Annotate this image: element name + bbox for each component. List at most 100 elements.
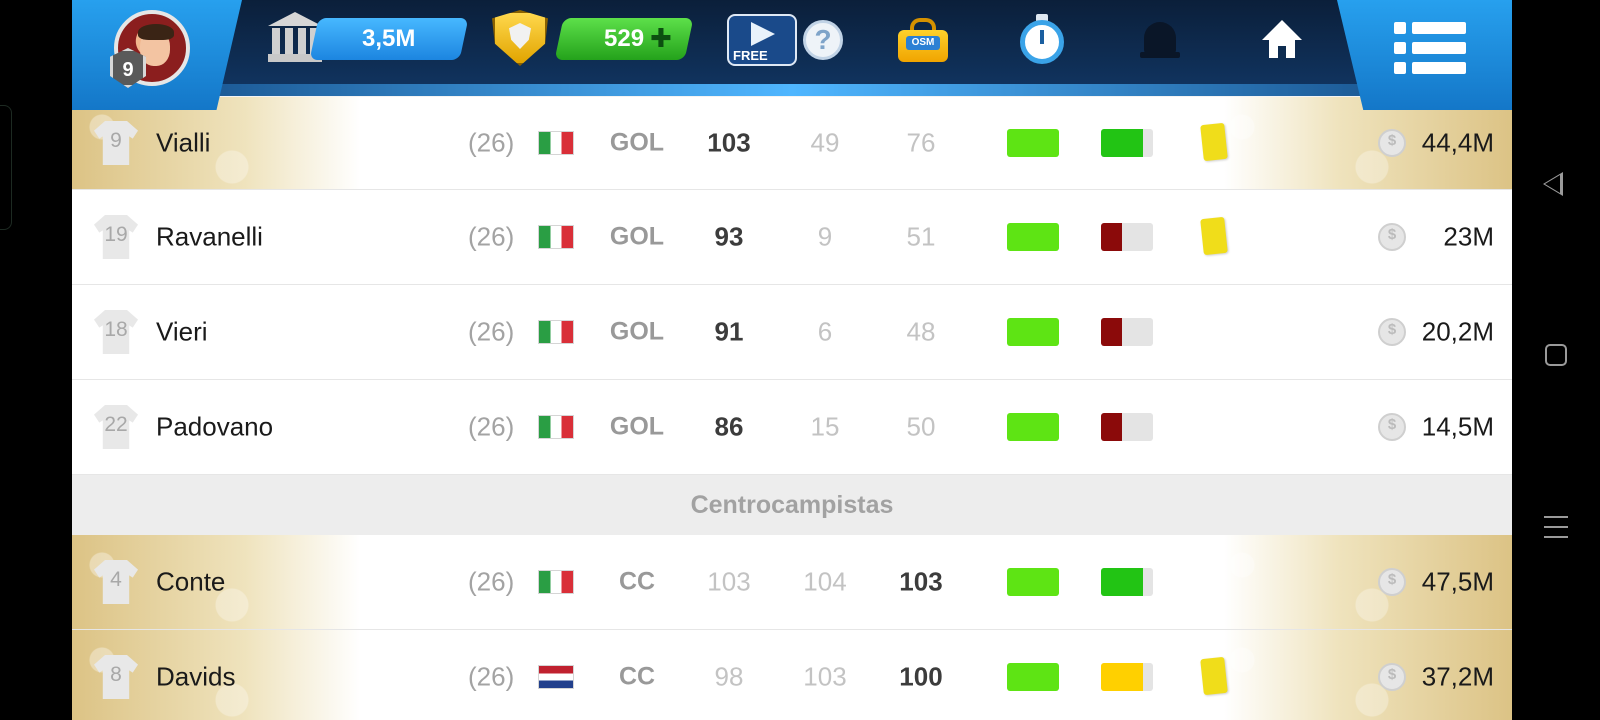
player-age: (26) [468,221,515,252]
player-value: 23M [1443,221,1494,252]
flag-it-icon [538,131,574,155]
player-row[interactable]: 9 Vialli (26) GOL 103 49 76 44,4M [72,97,1512,190]
system-nav-bar [1512,0,1600,720]
stat-attack: 86 [714,411,744,442]
coin-balance[interactable]: 529 [554,18,694,60]
stat-defense: 50 [906,411,936,442]
morale-bar [1101,318,1153,346]
shirt-number: 8 [110,663,122,686]
stat-midfield: 103 [803,661,847,692]
stat-attack: 103 [707,566,751,597]
top-bar-glow [212,84,1372,96]
morale-bar [1101,413,1153,441]
player-row[interactable]: 18 Vieri (26) GOL 91 6 48 20,2M [72,285,1512,380]
main-menu-icon[interactable] [1394,22,1466,78]
shirt-number: 9 [110,129,122,152]
player-value: 44,4M [1421,127,1494,158]
stat-midfield: 49 [810,127,840,158]
player-row[interactable]: 4 Conte (26) CC 103 104 103 47,5M [72,535,1512,630]
player-position: CC [618,662,656,691]
recent-apps-icon[interactable] [1544,514,1568,540]
coin-icon [1378,318,1406,346]
free-video-icon[interactable]: FREE [727,14,797,66]
stat-midfield: 6 [817,316,833,347]
morale-bar [1101,663,1153,691]
player-age: (26) [468,566,515,597]
screen: 9Vialli(26)GOL103497644,4M19Ravanelli(26… [0,0,1600,720]
coin-icon [1378,413,1406,441]
stat-defense: 48 [906,316,936,347]
shop-bag-icon[interactable]: OSM [898,18,948,62]
player-name: Vialli [156,127,211,158]
player-name: Conte [156,566,226,597]
free-label: FREE [733,48,768,63]
morale-bar [1101,223,1153,251]
shirt-number: 22 [104,413,128,436]
avatar-hair [138,24,174,40]
back-icon[interactable] [1543,172,1563,196]
stat-attack: 91 [714,316,744,347]
shirt-number: 4 [110,568,122,591]
player-age: (26) [468,661,515,692]
stat-defense: 100 [899,661,943,692]
stat-midfield: 9 [817,221,833,252]
morale-bar [1101,129,1153,157]
top-bar: 9 3,5M 529 ✚ FREE ? OSM [72,0,1512,110]
notification-bell-icon[interactable] [1140,18,1180,62]
add-coins-icon[interactable]: ✚ [650,23,672,54]
player-value: 20,2M [1421,316,1494,347]
player-position: GOL [609,317,665,346]
coin-icon [1378,223,1406,251]
player-position: GOL [609,222,665,251]
player-value: 47,5M [1421,566,1494,597]
stat-midfield: 15 [810,411,840,442]
side-panel-hint[interactable] [0,105,12,230]
player-row[interactable]: 19 Ravanelli (26) GOL 93 9 51 23M [72,190,1512,285]
shirt-number: 19 [104,223,128,246]
player-age: (26) [468,316,515,347]
app-window: 9Vialli(26)GOL103497644,4M19Ravanelli(26… [72,0,1512,720]
player-name: Padovano [156,411,274,442]
play-icon [751,22,775,46]
player-position: GOL [609,412,665,441]
player-position: GOL [609,128,665,157]
stat-defense: 103 [899,566,943,597]
stat-midfield: 104 [803,566,847,597]
square-home-icon[interactable] [1545,344,1567,366]
stat-attack: 93 [714,221,744,252]
player-value: 14,5M [1421,411,1494,442]
stat-defense: 76 [906,127,936,158]
section-header: Centrocampistas [72,475,1512,535]
yellow-card-icon [1200,122,1228,162]
coin-icon [1378,663,1406,691]
money-balance[interactable]: 3,5M [309,18,469,60]
player-row[interactable]: 8 Davids (26) CC 98 103 100 37,2M [72,630,1512,720]
fitness-bar [1007,318,1059,346]
home-icon[interactable] [1262,20,1302,60]
money-value: 3,5M [362,25,416,52]
player-name: Davids [156,661,236,692]
osm-label: OSM [906,36,940,50]
shirt-number: 18 [104,318,128,341]
coin-icon [1378,129,1406,157]
stopwatch-icon[interactable] [1020,14,1064,64]
coin-icon [1378,568,1406,596]
stat-defense: 51 [906,221,936,252]
player-age: (26) [468,127,515,158]
player-position: CC [618,567,656,596]
flag-it-icon [538,570,574,594]
stat-attack: 98 [714,661,744,692]
morale-fill [1101,318,1122,346]
player-row[interactable]: 22 Padovano (26) GOL 86 15 50 14,5M [72,380,1512,475]
help-icon[interactable]: ? [803,20,843,60]
flag-it-icon [538,225,574,249]
player-value: 37,2M [1421,661,1494,692]
fitness-bar [1007,413,1059,441]
flag-it-icon [538,320,574,344]
player-name: Ravanelli [156,221,263,252]
fitness-bar [1007,568,1059,596]
morale-fill [1101,129,1143,157]
flag-it-icon [538,415,574,439]
morale-bar [1101,568,1153,596]
fitness-bar [1007,223,1059,251]
